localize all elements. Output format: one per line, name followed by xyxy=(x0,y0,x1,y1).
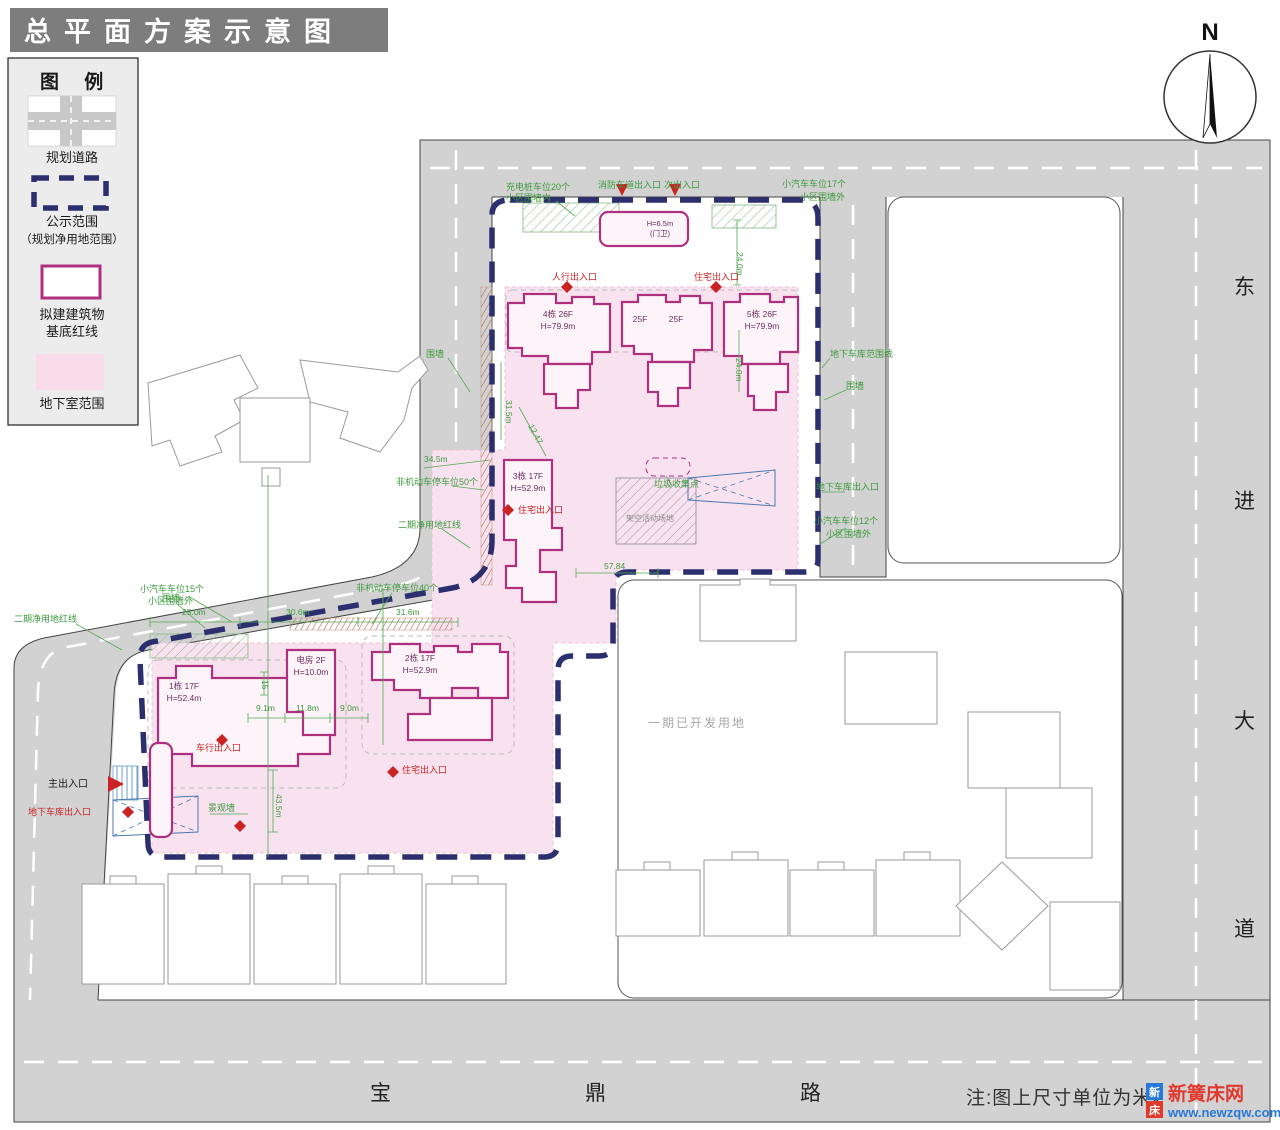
dim-9-1: 9.1m xyxy=(256,703,275,713)
building-1-height: H=52.4m xyxy=(167,693,202,703)
watermark-url: www.newzqw.com xyxy=(1167,1105,1280,1120)
label-secondary-entry: 次出入口 xyxy=(664,179,700,190)
building-4-name: 4栋 26F xyxy=(543,309,573,319)
dim-24-0-b: 24.0m xyxy=(734,358,744,382)
page-title: 总平面方案示意图 xyxy=(24,16,344,47)
dim-23-0: 23.0m xyxy=(182,607,206,617)
label-car-spaces-12: 小汽车车位12个 xyxy=(814,515,878,526)
label-main-entrance: 主出入口 xyxy=(48,777,88,790)
plot-northeast xyxy=(888,197,1120,563)
entrance-diamond-icon xyxy=(122,806,134,818)
gatehouse-west-footprint xyxy=(150,743,172,837)
label-garage-entry-west: 地下车库出入口 xyxy=(28,806,91,817)
label-fence-west: 围墙 xyxy=(426,348,444,359)
east-avenue-char: 东 xyxy=(1234,276,1255,299)
legend-basement-label: 地下室范围 xyxy=(39,396,104,411)
gatehouse-height: H=6.5m xyxy=(647,219,673,228)
dim-30-6: 30.6m xyxy=(286,607,310,617)
building-5-height: H=79.9m xyxy=(745,321,780,331)
label-car-spaces-15: 小汽车车位15个 xyxy=(140,583,204,594)
legend-road-icon xyxy=(28,96,116,146)
watermark-name: 新簧床网 xyxy=(1168,1082,1244,1105)
fence-hatch-south xyxy=(290,618,452,630)
site-plan-canvas: 一期已开发用地 xyxy=(0,0,1280,1130)
legend-road-label: 规划道路 xyxy=(46,150,98,165)
dim-31-6: 31.6m xyxy=(396,607,420,617)
dim-57-84: 57.84 xyxy=(604,561,626,571)
south-road-char: 鼎 xyxy=(585,1082,606,1105)
dim-15: 15 xyxy=(260,680,270,690)
east-avenue-char: 大 xyxy=(1234,710,1255,733)
label-refuse-point: 垃圾收集点 xyxy=(654,478,699,489)
label-outside-wall: 小区围墙外 xyxy=(800,191,845,202)
building-2-height: H=52.9m xyxy=(403,665,438,675)
dim-11-8: 11.8m xyxy=(296,703,319,713)
north-label: N xyxy=(1201,19,1218,46)
label-garage-extent-line: 地下车库范围线 xyxy=(830,348,893,359)
legend-redline-icon xyxy=(42,266,100,298)
building-1-name: 1栋 17F xyxy=(169,681,199,691)
east-avenue-char: 进 xyxy=(1234,490,1255,513)
label-residential-entry-s: 住宅出入口 xyxy=(402,764,447,775)
watermark-logo-char: 床 xyxy=(1149,1103,1161,1117)
label-garage-entry-east: 地下车库出入口 xyxy=(816,481,879,492)
powerhouse-height: H=10.0m xyxy=(294,667,329,677)
tower-25f-right-label: 25F xyxy=(669,314,684,324)
title-bar: 总平面方案示意图 xyxy=(10,8,388,52)
tower-25f-left-label: 25F xyxy=(633,314,648,324)
gatehouse-name: (门卫) xyxy=(650,229,670,238)
label-podium: 架空活动场地 xyxy=(626,513,674,523)
label-residential-entry-mid: 住宅出入口 xyxy=(518,504,563,515)
label-charging-spaces: 充电桩车位20个 xyxy=(506,181,570,192)
label-phase2-redline-a: 二期净用地红线 xyxy=(398,519,461,530)
legend-boundary-label-1: 公示范围 xyxy=(46,214,98,229)
dim-9-0: 9.0m xyxy=(340,703,359,713)
dim-34-5: 34.5m xyxy=(424,454,448,464)
legend-redline-label-1: 拟建建筑物 xyxy=(39,307,104,322)
building-5-name: 5栋 26F xyxy=(747,309,777,319)
dim-31-5: 31.5m xyxy=(504,400,514,424)
legend-boundary-label-2: （规划净用地范围） xyxy=(20,232,124,246)
watermark-logo-char: 新 xyxy=(1149,1085,1160,1099)
compass: N xyxy=(1164,19,1256,143)
label-vehicle-entry: 车行出入口 xyxy=(196,742,241,753)
legend: 图 例 规划道路 公示范围 （规划净用地范围） 拟建建筑物 基底红线 地下室范围 xyxy=(8,58,138,425)
dim-43-5: 43.5m xyxy=(274,794,284,818)
building-4-height: H=79.9m xyxy=(541,321,576,331)
label-inside-wall: 小区围墙内 xyxy=(506,192,551,203)
legend-basement-icon xyxy=(36,354,104,390)
label-landscape-wall: 景观墙 xyxy=(208,802,235,813)
south-road-char: 路 xyxy=(800,1082,821,1105)
legend-title: 图 例 xyxy=(40,70,113,93)
legend-redline-label-2: 基底红线 xyxy=(46,324,98,339)
label-bicycle-spaces-40: 非机动车停车位40个 xyxy=(356,582,438,593)
east-avenue-char: 道 xyxy=(1234,918,1255,941)
south-road-char: 宝 xyxy=(370,1082,391,1105)
powerhouse-name: 电房 2F xyxy=(296,655,325,665)
scale-note: 注:图上尺寸单位为米。 xyxy=(966,1087,1172,1109)
label-phase2-redline-b: 二期净用地红线 xyxy=(14,613,77,624)
label-residential-entry-n: 住宅出入口 xyxy=(694,271,739,282)
label-pedestrian-entry: 人行出入口 xyxy=(552,271,597,282)
label-outside-wall-sw: 小区围墙外 xyxy=(148,595,193,606)
gatehouse-north-footprint xyxy=(600,212,688,246)
label-car-spaces-17: 小汽车车位17个 xyxy=(782,178,846,189)
phase1-label: 一期已开发用地 xyxy=(648,715,746,730)
label-outside-wall-e: 小区围墙外 xyxy=(826,528,871,539)
label-fence-east: 围墙 xyxy=(846,380,864,391)
site-plan-page: 一期已开发用地 xyxy=(0,0,1280,1130)
building-2-name: 2栋 17F xyxy=(405,653,435,663)
dim-24-0-a: 24.0m xyxy=(735,252,745,276)
label-fire-lane-entry: 消防车道出入口 xyxy=(598,179,661,190)
building-3-height: H=52.9m xyxy=(511,483,546,493)
building-3-name: 3栋 17F xyxy=(513,471,543,481)
label-bicycle-spaces-50: 非机动车停车位50个 xyxy=(396,476,478,487)
